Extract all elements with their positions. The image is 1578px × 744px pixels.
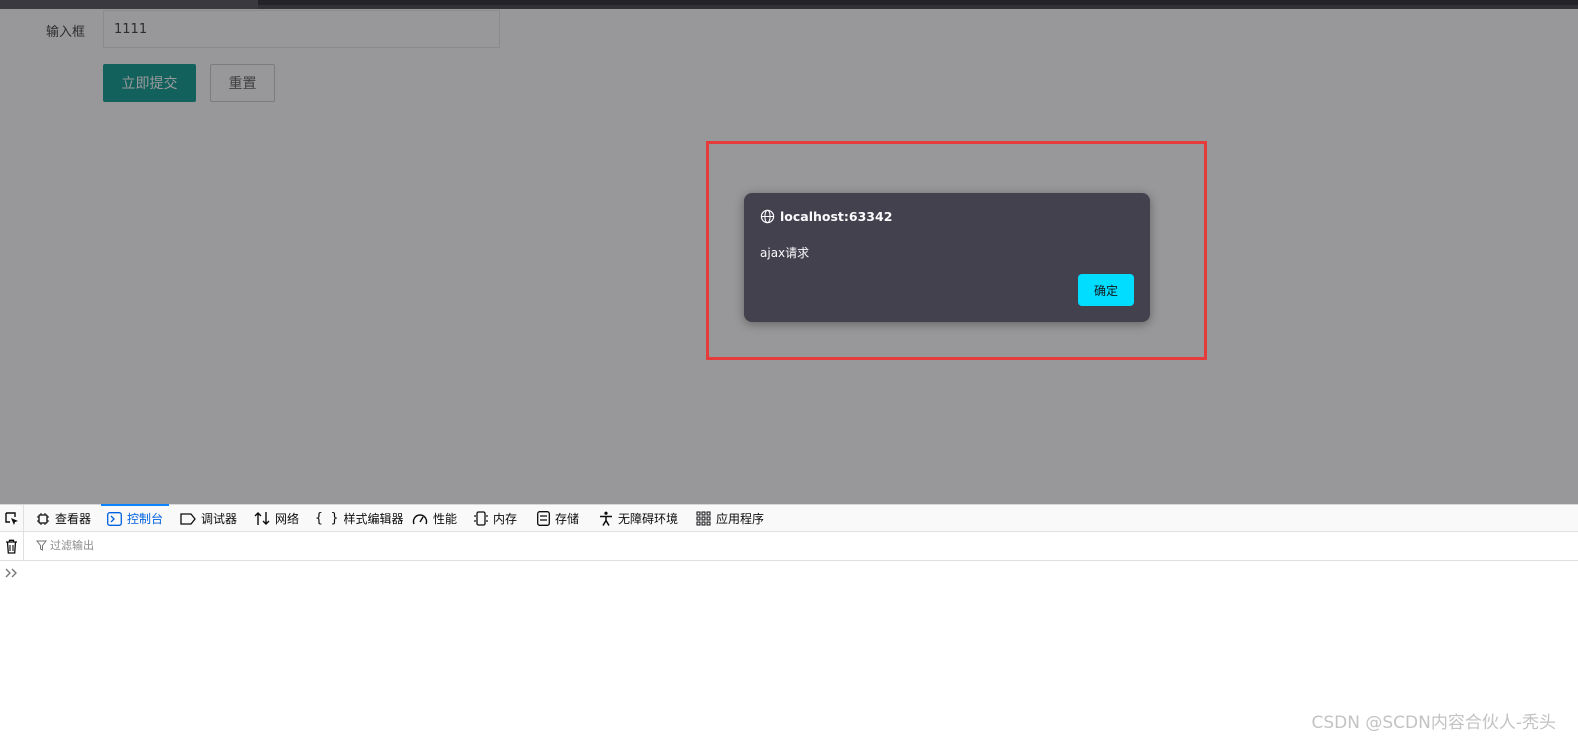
console-prompt-icon[interactable] [4, 566, 20, 580]
tab-accessibility[interactable]: 无障碍环境 [593, 505, 684, 532]
tab-label: 调试器 [201, 512, 238, 526]
network-icon [254, 512, 270, 525]
tab-style-editor[interactable]: { } 样式编辑器 [309, 505, 410, 532]
tab-storage[interactable]: 存储 [531, 505, 585, 532]
alert-origin: localhost:63342 [780, 209, 893, 224]
alert-ok-button[interactable]: 确定 [1078, 274, 1134, 306]
element-picker-button[interactable] [0, 505, 24, 532]
tab-debugger[interactable]: 调试器 [174, 505, 243, 532]
performance-icon [412, 513, 428, 524]
tab-label: 查看器 [55, 512, 92, 526]
tab-application[interactable]: 应用程序 [690, 505, 770, 532]
alert-message: ajax请求 [760, 246, 810, 260]
application-icon [696, 511, 711, 526]
tab-memory[interactable]: 内存 [468, 505, 523, 532]
tab-performance[interactable]: 性能 [406, 505, 463, 532]
accessibility-icon [600, 511, 612, 526]
tab-label: 性能 [433, 512, 458, 526]
page-viewport: 输入框 立即提交 重置 localhost:63342 ajax请求 确定 [0, 0, 1578, 504]
tab-network[interactable]: 网络 [248, 505, 305, 532]
tab-label: 控制台 [127, 512, 164, 526]
filter-icon [36, 540, 47, 551]
inspector-icon [37, 512, 49, 525]
clear-console-button[interactable] [0, 532, 24, 560]
tab-label: 内存 [493, 512, 518, 526]
tab-label: 无障碍环境 [618, 512, 679, 526]
devtools-panel: 查看器 控制台 调试器 网络 { } 样式编辑器 性能 内存 存储 无障碍环境 … [0, 504, 1578, 744]
console-filter-bar [0, 532, 1578, 561]
console-icon [107, 511, 122, 526]
filter-output-input[interactable] [50, 539, 350, 552]
tab-label: 存储 [555, 512, 580, 526]
memory-icon [474, 511, 488, 526]
trash-icon [6, 539, 17, 554]
debugger-icon [180, 512, 196, 525]
element-picker-icon [4, 511, 18, 525]
selected-tab-indicator [101, 504, 170, 506]
style-editor-icon: { } [315, 511, 339, 526]
tab-label: 应用程序 [716, 512, 765, 526]
alert-dialog: localhost:63342 ajax请求 确定 [744, 193, 1150, 322]
alert-header: localhost:63342 [760, 209, 892, 224]
watermark: CSDN @SCDN内容合伙人-秃头 [1311, 713, 1556, 733]
globe-icon [760, 209, 775, 224]
filter-output [36, 539, 350, 552]
storage-icon [537, 511, 550, 526]
devtools-toolbar: 查看器 控制台 调试器 网络 { } 样式编辑器 性能 内存 存储 无障碍环境 … [0, 504, 1578, 532]
tab-console[interactable]: 控制台 [101, 504, 170, 532]
tab-inspector[interactable]: 查看器 [30, 505, 97, 532]
tab-label: 样式编辑器 [343, 512, 404, 526]
tab-label: 网络 [275, 512, 300, 526]
